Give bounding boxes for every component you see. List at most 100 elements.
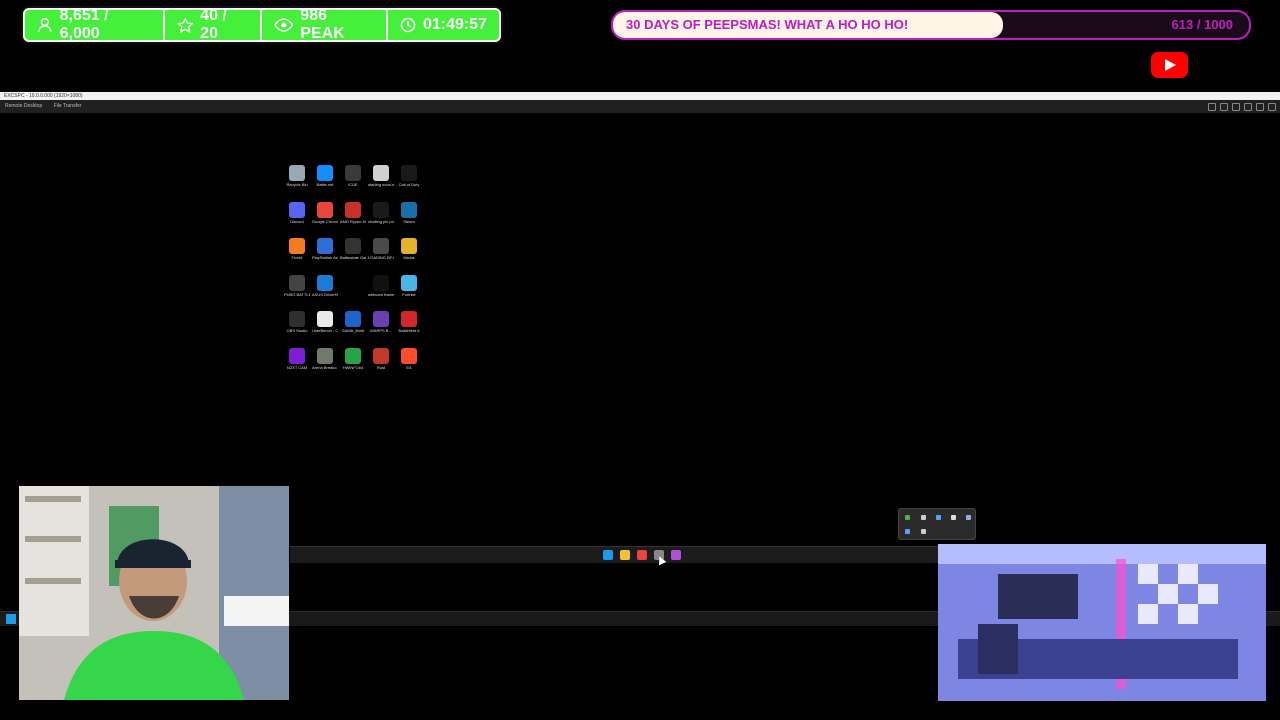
goal-title: 30 DAYS OF PEEPSMAS! WHAT A HO HO HO! — [626, 17, 909, 32]
tray-icon[interactable] — [905, 515, 910, 520]
desktop-icon[interactable]: Fortnite — [396, 274, 422, 297]
desktop-icon[interactable]: UserBench - Copy — [312, 311, 338, 333]
subs-stat: 40 / 20 — [162, 7, 260, 42]
app-icon — [345, 311, 361, 327]
desktop-icon[interactable]: Medal — [396, 238, 422, 260]
chat-icon[interactable] — [1244, 103, 1252, 111]
tray-icon[interactable] — [921, 529, 926, 534]
app-icon — [373, 238, 389, 254]
desktop-icon[interactable]: NZXT CAM — [284, 347, 310, 370]
app-icon — [373, 311, 389, 327]
settings-icon[interactable] — [1208, 103, 1216, 111]
app-icon — [401, 201, 417, 218]
desktop-icon[interactable]: FiveM — [284, 238, 310, 260]
tab-remote-desktop[interactable]: Remote Desktop — [0, 100, 47, 113]
app-icon — [373, 165, 389, 181]
desktop-icon[interactable]: Battlestate Games L... — [340, 238, 366, 260]
app-icon — [345, 274, 361, 291]
desktop-icon-label: UserBench - Copy — [312, 328, 338, 333]
windows-start-icon[interactable] — [6, 614, 16, 624]
app-icon — [289, 274, 305, 291]
desktop-icon-label: Battlestate Games L... — [340, 255, 366, 260]
desktop-icon-label: Recycle Bin — [286, 182, 308, 187]
display-icon[interactable] — [1220, 103, 1228, 111]
tab-file-transfer[interactable]: File Transfer — [49, 100, 87, 113]
desktop-icon-label: webcam frame.png — [368, 291, 394, 297]
desktop-icon[interactable]: PUBG BATTLEGR... — [284, 274, 310, 297]
remote-window-titlebar[interactable]: EXCSPC - 10.0.0.000 (1920×1080) — [0, 92, 1280, 100]
desktop-icon[interactable]: starting soon.mp4 — [368, 165, 394, 187]
desktop-icon-label: iCUE — [348, 182, 358, 187]
desktop-icon[interactable]: Discord — [284, 201, 310, 224]
desktop-icon[interactable]: Rust — [368, 347, 394, 370]
app-icon — [289, 201, 305, 218]
app-icon — [373, 274, 389, 291]
uptime-value: 01:49:57 — [422, 16, 487, 33]
desktop-icon-label: FiveM — [291, 255, 303, 260]
remote-taskbar — [290, 546, 939, 563]
goal-progress-bar: 30 DAYS OF PEEPSMAS! WHAT A HO HO HO! 61… — [611, 10, 1251, 40]
desktop-icon[interactable]: Google Chrome — [312, 201, 338, 224]
streamer-webcam — [19, 486, 289, 700]
desktop-icon[interactable]: AMD Ryzen Master — [340, 201, 366, 224]
app-icon — [345, 165, 361, 181]
youtube-icon — [1151, 52, 1188, 78]
desktop-icon[interactable]: Call of Duty — [396, 165, 422, 187]
app-icon — [401, 311, 417, 327]
desktop-icon[interactable]: SAMA_Multi — [340, 311, 366, 333]
desktop-icon[interactable]: PlayStation Accessories — [312, 238, 338, 260]
desktop-icon[interactable]: Arena Breako... — [312, 347, 338, 370]
desktop-icon[interactable]: EA — [396, 347, 422, 370]
desktop-icon-label: Google Chrome — [312, 218, 338, 224]
desktop-icon-label: Discord — [290, 218, 304, 224]
desktop-icon[interactable]: HWiNFO64 — [340, 347, 366, 370]
tray-icon[interactable] — [936, 515, 941, 520]
screenshot-icon[interactable] — [1256, 103, 1264, 111]
desktop-icon[interactable] — [340, 274, 366, 292]
desktop-icon[interactable]: WARPS B... — [368, 311, 394, 333]
keyboard-icon[interactable] — [1232, 103, 1240, 111]
desktop-icon[interactable]: Battlefield 6 — [396, 311, 422, 333]
desktop-icon[interactable]: LOADING BF.mp4 — [368, 238, 394, 260]
desktop-icon-label: ASUS DriverHub — [312, 291, 338, 297]
app-icon — [345, 201, 361, 218]
app-icon — [289, 311, 305, 327]
desktop-icon-label: Call of Duty — [398, 182, 420, 187]
desktop-icon-label: Battle.net — [316, 182, 334, 187]
webcam-scene — [19, 486, 289, 700]
tray-icon[interactable] — [951, 515, 956, 520]
desktop-icon-label: Arena Breako... — [312, 364, 338, 370]
tray-icon[interactable] — [966, 515, 971, 520]
desktop-icon[interactable]: chatting pic.png — [368, 201, 394, 224]
tray-icon[interactable] — [921, 515, 926, 520]
desktop-icon[interactable]: ASUS DriverHub — [312, 274, 338, 297]
desktop-icon[interactable]: iCUE — [340, 165, 366, 187]
app-icon — [345, 347, 361, 364]
desktop-icon-label: Rust — [376, 364, 386, 370]
tray-icon[interactable] — [905, 529, 910, 534]
desktop-icon-label: starting soon.mp4 — [368, 182, 394, 187]
desktop-icon[interactable]: OBS Studio — [284, 311, 310, 333]
room-scene — [938, 544, 1266, 701]
app-icon — [289, 347, 305, 364]
start-icon[interactable] — [603, 550, 613, 560]
desktop-icon[interactable]: Steam — [396, 201, 422, 224]
chrome-icon[interactable] — [637, 550, 647, 560]
star-icon — [177, 17, 193, 33]
desktop-icon-label: EA — [406, 364, 412, 370]
desktop-icon[interactable]: Recycle Bin — [284, 165, 310, 187]
desktop-icon-label: NZXT CAM — [286, 364, 308, 370]
viewers-stat: 986 PEAK — [259, 7, 386, 42]
desktop-icon[interactable]: Battle.net — [312, 165, 338, 187]
app-icon — [373, 347, 389, 364]
app-icon — [317, 165, 333, 181]
folder-icon[interactable] — [620, 550, 630, 560]
app-icon[interactable] — [671, 550, 681, 560]
desktop-icon[interactable]: webcam frame.png — [368, 274, 394, 297]
app-icon — [317, 347, 333, 364]
remote-window-title: EXCSPC - 10.0.0.000 (1920×1080) — [4, 93, 83, 99]
app-icon — [317, 238, 333, 254]
fullscreen-icon[interactable] — [1268, 103, 1276, 111]
app-icon — [373, 201, 389, 218]
desktop-icon-label: HWiNFO64 — [342, 364, 364, 370]
